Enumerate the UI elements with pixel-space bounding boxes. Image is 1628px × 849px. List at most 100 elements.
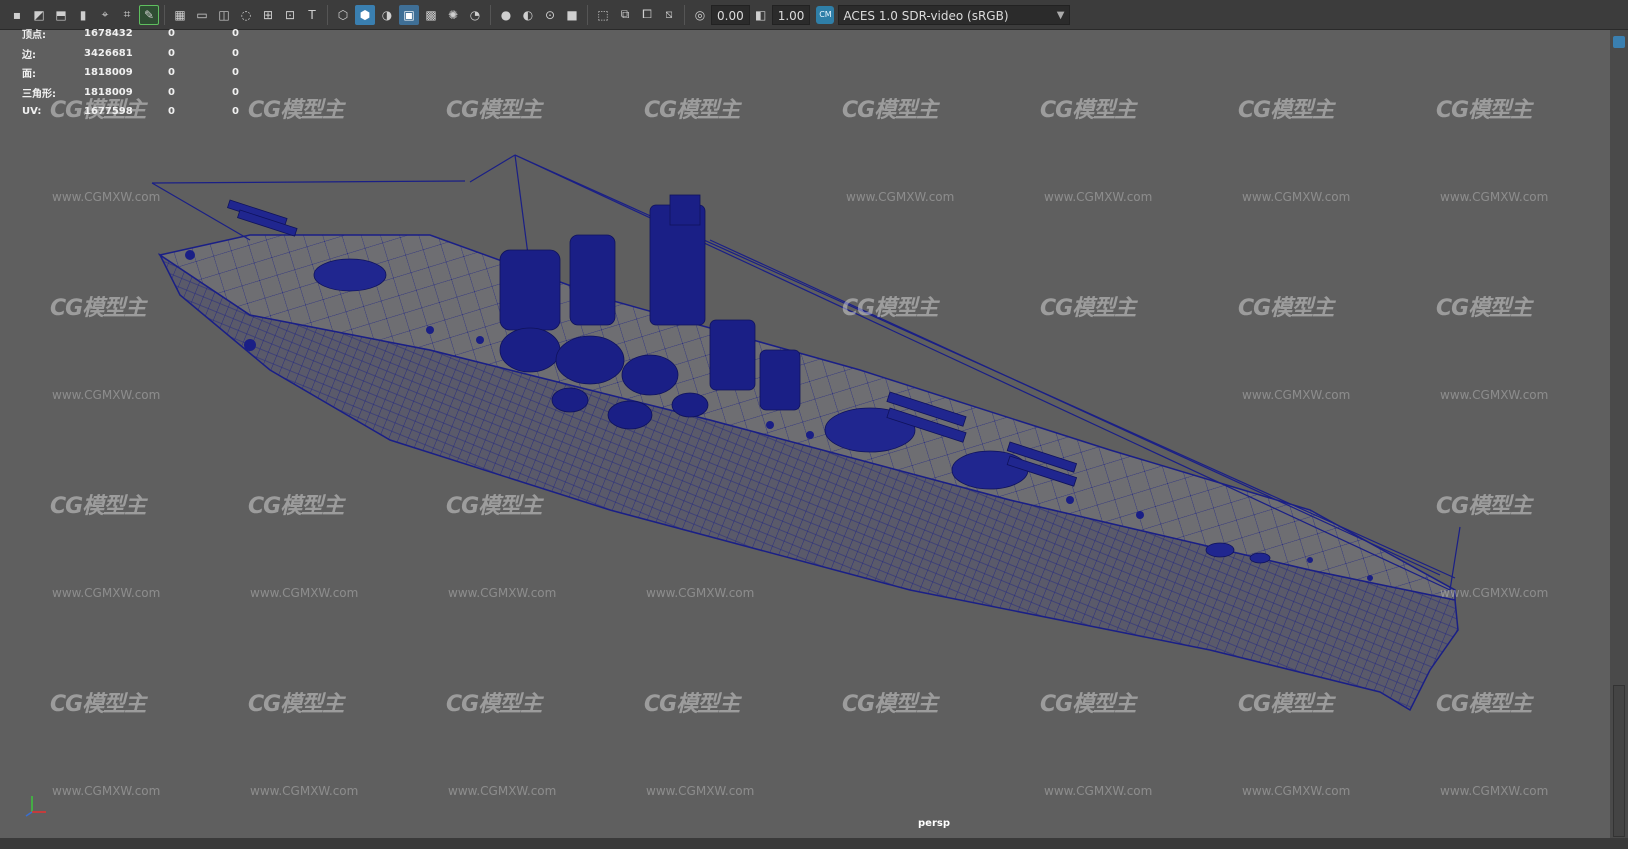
motion-blur-icon[interactable]: ◐ bbox=[518, 5, 538, 25]
light-icon[interactable]: ✺ bbox=[443, 5, 463, 25]
hud-row-edges: 边: 3426681 0 0 bbox=[22, 44, 272, 64]
safe-action-icon[interactable]: ⊡ bbox=[280, 5, 300, 25]
axis-gizmo-icon bbox=[25, 796, 46, 817]
panel-toggle-icon[interactable] bbox=[1613, 36, 1625, 48]
toolbar-separator bbox=[684, 4, 685, 25]
scrollbar[interactable] bbox=[1613, 685, 1625, 837]
anti-alias-icon[interactable]: ⊙ bbox=[540, 5, 560, 25]
bookmark-icon[interactable]: ⬒ bbox=[51, 5, 71, 25]
field-chart-icon[interactable]: ⊞ bbox=[258, 5, 278, 25]
hud-value: 1818009 bbox=[84, 86, 133, 98]
hud-value: 1677598 bbox=[84, 106, 133, 118]
depth-of-field-icon[interactable]: ■ bbox=[562, 5, 582, 25]
hud-value: 0 bbox=[232, 28, 239, 40]
ambient-occlusion-icon[interactable]: ● bbox=[496, 5, 516, 25]
hud-value: 0 bbox=[168, 86, 175, 98]
watermark-url: www.CGMXW.com bbox=[1242, 388, 1351, 402]
hud-value: 0 bbox=[168, 106, 175, 118]
grid-icon[interactable]: ▦ bbox=[170, 5, 190, 25]
watermark-logo: CG模型主 bbox=[1238, 296, 1334, 321]
watermark-url: www.CGMXW.com bbox=[1440, 190, 1549, 204]
watermark-logo: CG模型主 bbox=[644, 692, 740, 717]
watermark-url: www.CGMXW.com bbox=[846, 190, 955, 204]
xray-active-icon[interactable]: ⧅ bbox=[659, 5, 679, 25]
film-gate-icon[interactable]: ▭ bbox=[192, 5, 212, 25]
watermark-url: www.CGMXW.com bbox=[1242, 784, 1351, 798]
watermark-url: www.CGMXW.com bbox=[52, 190, 161, 204]
bottom-bar bbox=[0, 838, 1628, 849]
exposure-field[interactable]: 0.00 bbox=[711, 4, 750, 25]
watermark-logo: CG模型主 bbox=[50, 296, 146, 321]
textured-icon[interactable]: ▩ bbox=[421, 5, 441, 25]
watermark-logo: CG模型主 bbox=[1436, 296, 1532, 321]
watermark-url: www.CGMXW.com bbox=[250, 586, 359, 600]
hud-row-vertices: 顶点: 1678432 0 0 bbox=[22, 24, 272, 44]
shaded-icon[interactable]: ◑ bbox=[377, 5, 397, 25]
hud-row-triangles: 三角形: 1818009 0 0 bbox=[22, 83, 272, 103]
hud-label: 三角形: bbox=[22, 88, 56, 100]
gate-mask-icon[interactable]: ◌ bbox=[236, 5, 256, 25]
hud-value: 1678432 bbox=[84, 28, 133, 40]
watermark-logo: CG模型主 bbox=[1436, 692, 1532, 717]
watermark-url: www.CGMXW.com bbox=[646, 784, 755, 798]
wireframe-on-shaded-icon[interactable]: ▣ bbox=[399, 4, 419, 25]
watermark-logo: CG模型主 bbox=[1040, 98, 1136, 123]
isolate-select-icon[interactable]: ⬚ bbox=[593, 5, 613, 25]
image-plane-icon[interactable]: ▮ bbox=[73, 5, 93, 25]
select-camera-icon[interactable]: ⌗ bbox=[117, 5, 137, 25]
hud-label: UV: bbox=[22, 106, 42, 118]
hud-value: 0 bbox=[168, 28, 175, 40]
watermark-logo: CG模型主 bbox=[1238, 98, 1334, 123]
resolution-gate-icon[interactable]: ◫ bbox=[214, 5, 234, 25]
hud-value: 0 bbox=[232, 86, 239, 98]
watermark-logo: CG模型主 bbox=[446, 692, 542, 717]
gamma-field[interactable]: 1.00 bbox=[771, 4, 811, 25]
watermark-url: www.CGMXW.com bbox=[52, 586, 161, 600]
watermark-url: www.CGMXW.com bbox=[448, 586, 557, 600]
hud-value: 0 bbox=[232, 106, 239, 118]
gamma-icon[interactable]: ◧ bbox=[751, 5, 771, 25]
hud-value: 0 bbox=[168, 47, 175, 59]
hud-value: 0 bbox=[232, 67, 239, 79]
xray-joints-icon[interactable]: ⧠ bbox=[637, 5, 657, 25]
camera-attr-icon[interactable]: ◩ bbox=[29, 5, 49, 25]
aces-icon[interactable]: CM bbox=[816, 5, 835, 24]
lock-camera-icon[interactable]: ⌖ bbox=[95, 5, 115, 25]
hud-label: 边: bbox=[22, 49, 36, 61]
watermark-logo: CG模型主 bbox=[842, 296, 938, 321]
hud-value: 3426681 bbox=[84, 47, 133, 59]
watermark-logo: CG模型主 bbox=[248, 494, 344, 519]
watermark-logo: CG模型主 bbox=[1436, 98, 1532, 123]
hud-row-uvs: UV: 1677598 0 0 bbox=[22, 102, 272, 122]
toolbar-separator bbox=[490, 4, 491, 25]
wireframe-icon[interactable]: ⬡ bbox=[333, 5, 353, 25]
watermark-url: www.CGMXW.com bbox=[250, 784, 359, 798]
watermark-url: www.CGMXW.com bbox=[1242, 190, 1351, 204]
watermark-logo: CG模型主 bbox=[644, 98, 740, 123]
watermark-logo: CG模型主 bbox=[446, 98, 542, 123]
watermark-logo: CG模型主 bbox=[50, 494, 146, 519]
safe-title-icon[interactable]: T bbox=[302, 5, 322, 25]
toolbar-separator bbox=[164, 4, 165, 25]
hud-value: 0 bbox=[232, 47, 239, 59]
shadow-icon[interactable]: ◔ bbox=[465, 5, 485, 25]
watermark-url: www.CGMXW.com bbox=[1044, 190, 1153, 204]
xray-icon[interactable]: ⧉ bbox=[615, 5, 635, 25]
watermark-logo: CG模型主 bbox=[842, 98, 938, 123]
watermark-url: www.CGMXW.com bbox=[1044, 784, 1153, 798]
hud-row-faces: 面: 1818009 0 0 bbox=[22, 63, 272, 83]
watermark-url: www.CGMXW.com bbox=[646, 586, 755, 600]
watermark-url: www.CGMXW.com bbox=[52, 784, 161, 798]
color-space-select[interactable]: ACES 1.0 SDR-video (sRGB) ▼ bbox=[838, 4, 1071, 25]
watermark-logo: CG模型主 bbox=[50, 692, 146, 717]
camera-icon[interactable]: ▪ bbox=[7, 5, 27, 25]
watermark-logo: CG模型主 bbox=[1040, 296, 1136, 321]
exposure-icon[interactable]: ◎ bbox=[690, 5, 710, 25]
perspective-viewport[interactable]: CG模型主 CG模型主 CG模型主 CG模型主 CG模型主 CG模型主 CG模型… bbox=[10, 30, 1606, 836]
cube-icon[interactable]: ⬢ bbox=[355, 4, 375, 25]
pencil-icon[interactable]: ✎ bbox=[139, 4, 159, 25]
color-space-value: ACES 1.0 SDR-video (sRGB) bbox=[843, 8, 1009, 23]
right-panel-strip bbox=[1610, 30, 1628, 840]
toolbar-separator bbox=[327, 4, 328, 25]
watermark-logo: CG模型主 bbox=[1238, 692, 1334, 717]
